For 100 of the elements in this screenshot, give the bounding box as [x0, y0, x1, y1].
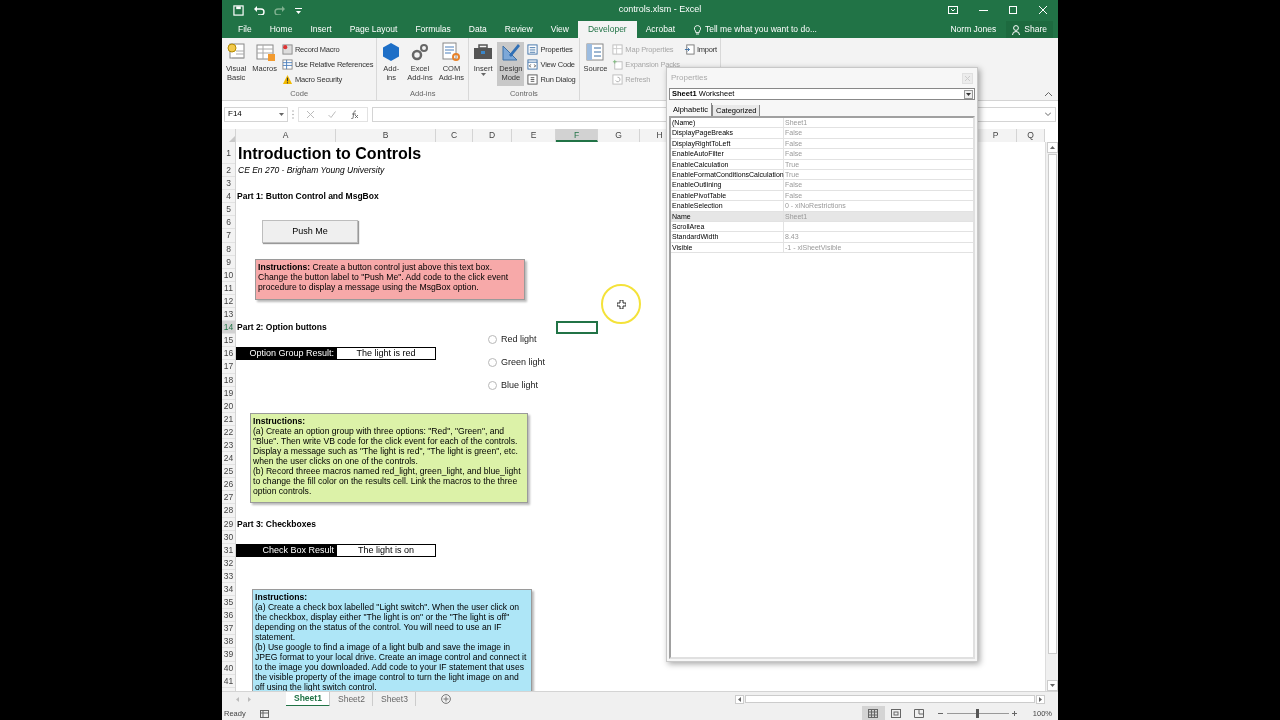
minimize-icon	[978, 9, 988, 11]
page-layout-icon	[891, 709, 902, 718]
tell-me-search[interactable]: Tell me what you want to do...	[705, 23, 817, 36]
row-header[interactable]: 36	[222, 609, 235, 623]
checkmark-icon[interactable]	[328, 110, 336, 118]
row-header[interactable]: 25	[222, 465, 235, 479]
ribbon-tab[interactable]: File	[229, 21, 261, 38]
user-name[interactable]: Norm Jones	[950, 21, 1007, 38]
ribbon-tab[interactable]: Acrobat	[636, 21, 684, 38]
column-header[interactable]: G	[598, 129, 640, 142]
ribbon-tab[interactable]: Formulas	[406, 21, 460, 38]
cell-text: The light is on	[336, 543, 436, 557]
row-header[interactable]: 34	[222, 583, 235, 597]
caret-icon	[480, 73, 486, 76]
row-header[interactable]: 39	[222, 648, 235, 662]
sheet-tab[interactable]: Sheet1	[286, 691, 330, 707]
row-header[interactable]: 12	[222, 294, 235, 309]
scroll-thumb[interactable]	[1047, 154, 1057, 654]
scroll-left-button[interactable]	[735, 694, 744, 704]
scroll-down-button[interactable]	[1046, 680, 1058, 691]
plus-table-icon	[612, 59, 624, 70]
ribbon-tab[interactable]: Insert	[301, 21, 341, 38]
row-header[interactable]: 14	[222, 321, 235, 335]
name-box[interactable]: F14	[224, 106, 288, 122]
radio-button[interactable]	[488, 358, 497, 368]
refresh-icon	[612, 74, 624, 85]
row-header[interactable]: 23	[222, 438, 235, 453]
column-header[interactable]: C	[436, 129, 473, 142]
column-header[interactable]: P	[975, 129, 1017, 142]
ribbon-tab[interactable]: Review	[495, 21, 542, 38]
row-header[interactable]: 11	[222, 281, 235, 295]
move-cursor-icon	[616, 299, 626, 309]
zoom-slider-thumb[interactable]	[976, 709, 980, 718]
scroll-up-button[interactable]	[1046, 142, 1058, 153]
row-header[interactable]: 1	[222, 142, 235, 164]
ribbon-tab[interactable]: Home	[260, 21, 302, 38]
row-header[interactable]: 20	[222, 399, 235, 413]
row-header[interactable]: 35	[222, 596, 235, 610]
row-header[interactable]: 37	[222, 622, 235, 636]
push-me-button[interactable]: Push Me	[262, 220, 358, 243]
share-button[interactable]: Share	[1006, 21, 1053, 38]
row-header[interactable]: 29	[222, 517, 235, 531]
row-header[interactable]: 27	[222, 491, 235, 505]
row-header[interactable]: 9	[222, 255, 235, 269]
macro-record-icon[interactable]	[260, 709, 269, 718]
column-header[interactable]: F	[556, 129, 598, 142]
undo-icon[interactable]	[253, 5, 265, 15]
row-header[interactable]: 22	[222, 425, 235, 439]
row-header[interactable]: 17	[222, 360, 235, 374]
properties-icon	[527, 44, 539, 55]
row-header[interactable]: 4	[222, 190, 235, 204]
row-header[interactable]: 8	[222, 242, 235, 256]
save-icon[interactable]	[233, 4, 244, 16]
row-header[interactable]: 2	[222, 164, 235, 178]
row-header[interactable]: 26	[222, 478, 235, 492]
import-icon	[683, 44, 695, 55]
caret-up-icon	[1049, 146, 1055, 149]
row-header[interactable]: 24	[222, 452, 235, 466]
view-button[interactable]	[861, 706, 885, 720]
table-icon	[254, 42, 275, 62]
row-header[interactable]: 7	[222, 229, 235, 243]
add-sheet-icon[interactable]	[441, 694, 451, 704]
row-header[interactable]: 32	[222, 556, 235, 570]
ribbon-tab[interactable]: View	[541, 21, 578, 38]
row-header[interactable]: 21	[222, 412, 235, 426]
function-icon[interactable]	[350, 109, 359, 119]
collapse-ribbon-icon[interactable]	[1045, 92, 1052, 96]
column-header[interactable]: E	[512, 129, 556, 142]
row-header[interactable]: 38	[222, 635, 235, 649]
customize-icon[interactable]	[295, 6, 302, 14]
row-header[interactable]: 30	[222, 530, 235, 544]
panel-icon	[585, 42, 606, 62]
scroll-right-button[interactable]	[1036, 694, 1045, 704]
column-header[interactable]: B	[336, 129, 436, 142]
option-label[interactable]: Blue light	[501, 379, 539, 393]
row-header[interactable]: 6	[222, 216, 235, 230]
column-header[interactable]: A	[236, 129, 336, 142]
row-header[interactable]: 41	[222, 674, 235, 688]
ribbon-tab[interactable]: Developer	[577, 21, 637, 38]
ribbon-tab[interactable]: Page Layout	[340, 21, 407, 38]
row-header[interactable]: 5	[222, 203, 235, 217]
row-header[interactable]: 28	[222, 504, 235, 518]
row-header[interactable]: 16	[222, 347, 235, 361]
row-header[interactable]: 10	[222, 268, 235, 282]
option-label[interactable]: Green light	[501, 356, 546, 370]
row-header[interactable]: 18	[222, 373, 235, 387]
option-label[interactable]: Red light	[501, 333, 537, 347]
radio-button[interactable]	[488, 335, 497, 345]
ribbon-tab[interactable]: Data	[459, 21, 496, 38]
row-header[interactable]: 33	[222, 569, 235, 583]
row-header[interactable]: 40	[222, 661, 235, 675]
column-header[interactable]: D	[473, 129, 512, 142]
scroll-thumb[interactable]	[745, 695, 1035, 703]
row-header[interactable]: 19	[222, 386, 235, 400]
radio-button[interactable]	[488, 381, 497, 391]
row-header[interactable]: 31	[222, 543, 235, 557]
row-header[interactable]: 3	[222, 177, 235, 191]
cell-text: Check Box Result	[236, 543, 336, 557]
row-header[interactable]: 15	[222, 334, 235, 348]
column-header[interactable]: Q	[1017, 129, 1045, 142]
